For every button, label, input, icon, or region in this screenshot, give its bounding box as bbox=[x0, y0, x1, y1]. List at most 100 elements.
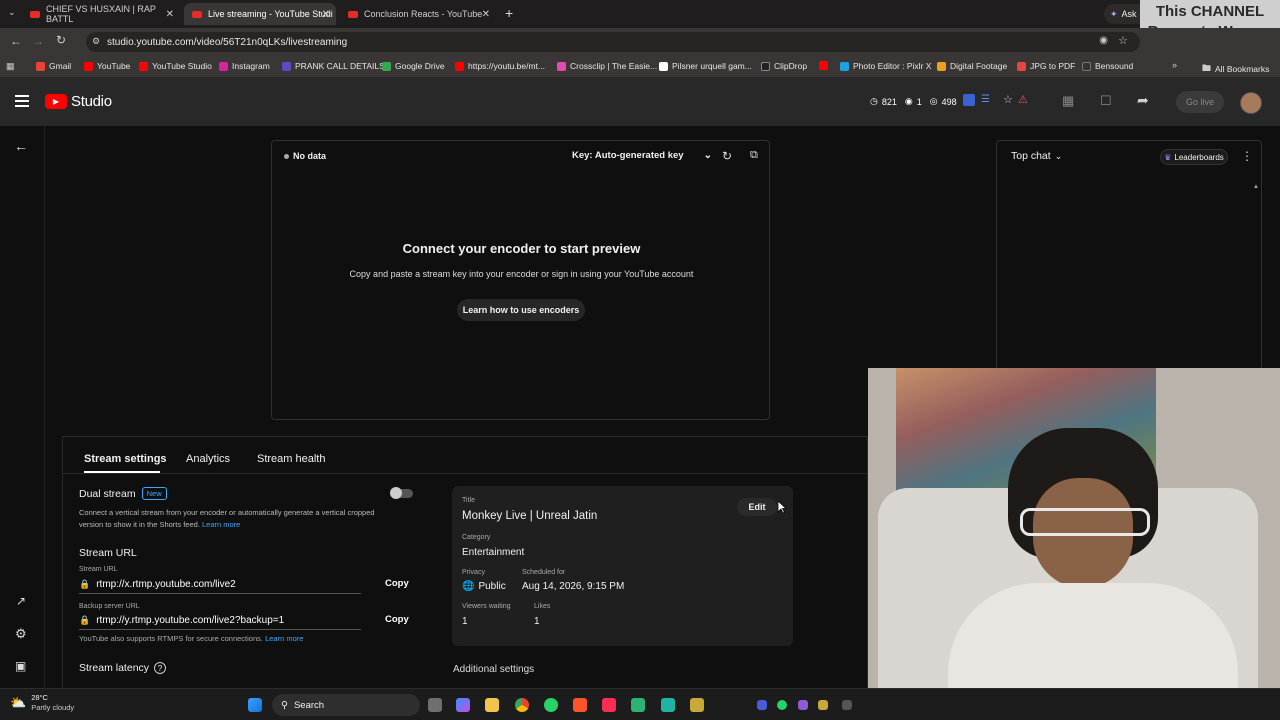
back-icon[interactable]: ← bbox=[10, 34, 22, 48]
browser-tab-conclusion-reacts[interactable]: Conclusion Reacts - YouTube ✕ bbox=[340, 3, 496, 25]
bookmark-gmail[interactable]: Gmail bbox=[36, 61, 71, 71]
tray-chevron-icon[interactable] bbox=[842, 700, 852, 710]
browser-tab-rap-battle[interactable]: CHIEF VS HUSXAIN | RAP BATTL ✕ bbox=[22, 3, 180, 25]
refresh-key-icon[interactable]: ↻ bbox=[722, 149, 732, 163]
taskbar-search[interactable]: ⚲ Search bbox=[272, 694, 420, 716]
stream-url-field[interactable]: 🔒 rtmp://x.rtmp.youtube.com/live2 bbox=[79, 576, 361, 594]
list-icon[interactable]: ☰ bbox=[981, 94, 990, 105]
back-arrow-icon[interactable]: ← bbox=[14, 138, 28, 154]
stream-latency-heading: Stream latency ? bbox=[79, 662, 167, 674]
music-icon[interactable] bbox=[602, 698, 616, 712]
forward-icon[interactable]: → bbox=[32, 34, 44, 48]
copy-key-icon[interactable]: ⧉ bbox=[750, 149, 758, 162]
stream-latency-title: Stream latency bbox=[79, 662, 150, 674]
avatar[interactable] bbox=[1240, 92, 1262, 114]
google-drive-icon bbox=[382, 61, 391, 71]
bookmark-clipdrop[interactable]: ClipDrop bbox=[761, 61, 807, 71]
windows-start-icon[interactable] bbox=[248, 698, 262, 712]
bookmark-instagram[interactable]: Instagram bbox=[219, 61, 270, 71]
external-link-icon[interactable]: ↗ bbox=[16, 594, 26, 608]
tray-app-icon-1[interactable] bbox=[757, 700, 767, 710]
share-icon[interactable]: ➦ bbox=[1137, 92, 1149, 109]
all-bookmarks-folder[interactable]: 🖿 All Bookmarks bbox=[1202, 61, 1269, 77]
windows-taskbar: ⛅ 28°C Partly cloudy ⚲ Search bbox=[0, 688, 1280, 720]
rtmps-learn-more-link[interactable]: Learn more bbox=[265, 634, 303, 643]
eye-slash-icon[interactable]: ◉ bbox=[1099, 35, 1108, 46]
bookmark-prank-call[interactable]: PRANK CALL DETAILS bbox=[282, 61, 385, 71]
screen-capture-icon[interactable] bbox=[661, 698, 675, 712]
copy-backup-url-button[interactable]: Copy bbox=[374, 608, 420, 631]
edit-button[interactable]: Edit bbox=[737, 498, 777, 516]
apps-grid-icon[interactable]: ▦ bbox=[6, 61, 15, 72]
dual-stream-toggle[interactable] bbox=[390, 487, 413, 499]
address-bar[interactable]: ⚙ studio.youtube.com/video/56T21n0qLKs/l… bbox=[86, 32, 1140, 52]
tray-app-icon-2[interactable] bbox=[798, 700, 808, 710]
chrome-icon[interactable] bbox=[515, 698, 529, 712]
bookmark-google-drive[interactable]: Google Drive bbox=[382, 61, 445, 71]
award-icon[interactable]: ☆ bbox=[1003, 93, 1013, 106]
backup-url-field[interactable]: 🔒 rtmp://y.rtmp.youtube.com/live2?backup… bbox=[79, 612, 361, 630]
bookmark-pixlr[interactable]: Photo Editor : Pixlr X bbox=[840, 61, 931, 71]
tab-stream-health[interactable]: Stream health bbox=[257, 453, 325, 465]
bookmark-pilsner[interactable]: Pilsner urquell gam... bbox=[659, 61, 752, 71]
bookmark-youtu-be[interactable]: https://youtu.be/mt... bbox=[455, 61, 545, 71]
bookmark-icon[interactable]: ☐ bbox=[1100, 93, 1112, 109]
tab-list-chevron-icon[interactable]: ⌄ bbox=[8, 7, 16, 18]
tab-label: Live streaming - YouTube Studi bbox=[208, 9, 333, 19]
bookmark-digital-footage[interactable]: Digital Footage bbox=[937, 61, 1007, 71]
bookmark-jpg-to-pdf[interactable]: JPG to PDF bbox=[1017, 61, 1075, 71]
tray-app-icon-3[interactable] bbox=[818, 700, 828, 710]
bookmark-youtube-unlabeled[interactable] bbox=[819, 61, 828, 70]
leaderboards-button[interactable]: ♛ Leaderboards bbox=[1160, 149, 1228, 165]
obs-app-icon[interactable] bbox=[690, 698, 704, 712]
close-tab-icon[interactable]: ✕ bbox=[166, 9, 174, 20]
task-view-icon[interactable] bbox=[428, 698, 442, 712]
more-bookmarks-icon[interactable]: » bbox=[1172, 60, 1177, 70]
file-explorer-icon[interactable] bbox=[485, 698, 499, 712]
scroll-up-icon[interactable]: ▲ bbox=[1253, 184, 1259, 190]
top-chat-dropdown[interactable]: Top chat ⌄ bbox=[1011, 150, 1062, 162]
go-live-button[interactable]: Go live bbox=[1176, 91, 1224, 113]
copy-stream-url-button[interactable]: Copy bbox=[374, 572, 420, 595]
browser-tab-live-streaming[interactable]: Live streaming - YouTube Studi ✕ bbox=[184, 3, 336, 25]
tray-whatsapp-icon[interactable] bbox=[777, 700, 787, 710]
rtmps-note: YouTube also supports RTMPS for secure c… bbox=[79, 634, 303, 643]
close-tab-icon[interactable]: ✕ bbox=[482, 9, 490, 20]
bookmark-bensound[interactable]: Bensound bbox=[1082, 61, 1133, 71]
help-icon[interactable]: ? bbox=[154, 662, 167, 674]
dual-stream-learn-more-link[interactable]: Learn more bbox=[202, 520, 240, 529]
media-player-icon[interactable] bbox=[631, 698, 645, 712]
copilot-icon[interactable] bbox=[456, 698, 470, 712]
search-label: Search bbox=[293, 699, 325, 711]
screen-share-icon[interactable] bbox=[963, 94, 975, 106]
learn-encoders-button[interactable]: Learn how to use encoders bbox=[457, 299, 585, 321]
webcam-overlay bbox=[868, 368, 1280, 688]
stream-key-select[interactable]: Key: Auto-generated key ⌄ bbox=[572, 150, 712, 161]
bookmark-crossclip[interactable]: Crossclip | The Easie... bbox=[557, 61, 657, 71]
brave-icon[interactable] bbox=[573, 698, 587, 712]
weather-widget[interactable]: ⛅ 28°C Partly cloudy bbox=[10, 693, 74, 713]
whatsapp-icon[interactable] bbox=[544, 698, 558, 712]
search-icon: ⚲ bbox=[281, 699, 288, 711]
more-vert-icon[interactable]: ⋮ bbox=[1241, 149, 1253, 163]
browser-tab-bar: ⌄ CHIEF VS HUSXAIN | RAP BATTL ✕ Live st… bbox=[0, 0, 1280, 28]
studio-logo[interactable]: ▶ Studio bbox=[45, 93, 112, 110]
bookmark-youtube[interactable]: YouTube bbox=[84, 61, 130, 71]
new-tab-button[interactable]: + bbox=[505, 5, 513, 21]
reload-icon[interactable]: ↻ bbox=[56, 33, 66, 47]
bookmark-label: ClipDrop bbox=[774, 61, 808, 71]
settings-gear-icon[interactable]: ⚙ bbox=[15, 626, 27, 642]
close-tab-icon[interactable]: ✕ bbox=[322, 9, 330, 20]
notification-off-icon[interactable]: ⚠ bbox=[1018, 93, 1028, 106]
feedback-icon[interactable]: ▣ bbox=[15, 659, 26, 673]
chat-scrollbar[interactable]: ▲ bbox=[1253, 175, 1259, 365]
bookmark-star-icon[interactable]: ☆ bbox=[1118, 34, 1128, 47]
site-info-icon[interactable]: ⚙ bbox=[92, 36, 100, 47]
bookmark-youtube-studio[interactable]: YouTube Studio bbox=[139, 61, 212, 71]
stream-url-value: rtmp://x.rtmp.youtube.com/live2 bbox=[96, 579, 236, 590]
viewers-waiting-value: 1 bbox=[462, 616, 468, 627]
tab-stream-settings[interactable]: Stream settings bbox=[84, 453, 167, 465]
calendar-icon[interactable]: ▦ bbox=[1062, 93, 1074, 109]
menu-hamburger-icon[interactable] bbox=[15, 92, 29, 110]
tab-analytics[interactable]: Analytics bbox=[186, 453, 230, 465]
